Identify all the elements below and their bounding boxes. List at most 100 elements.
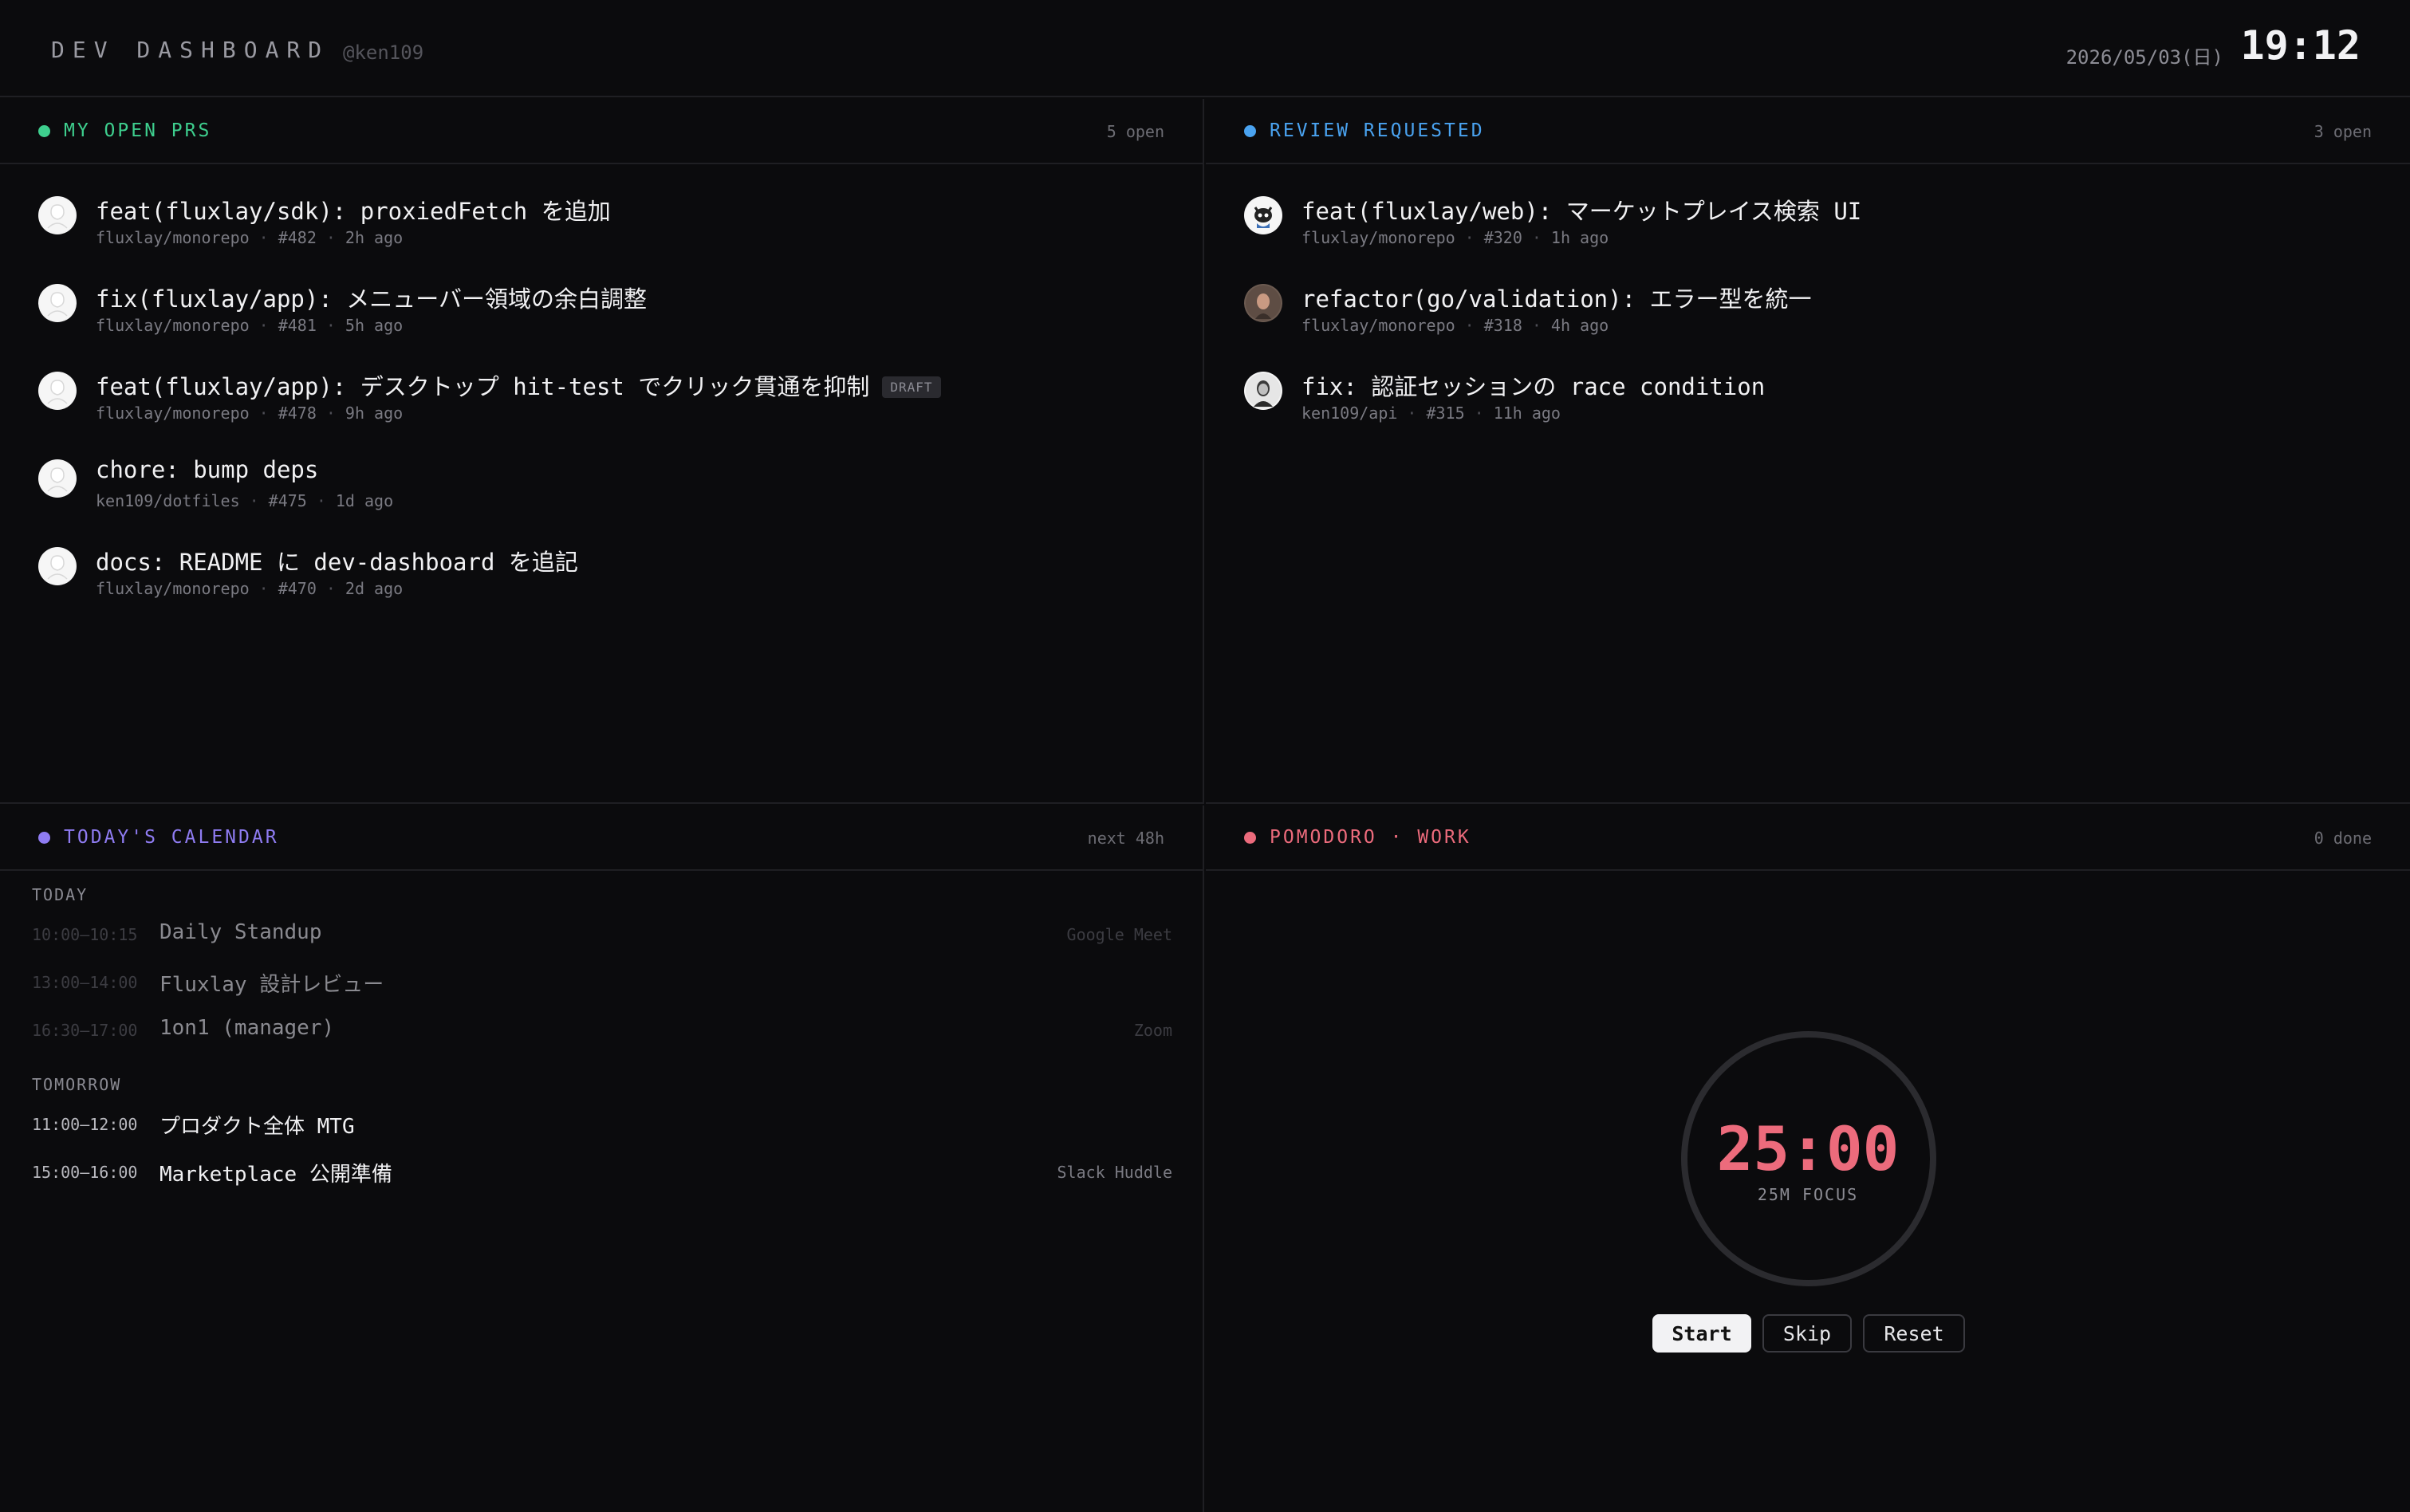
panel-count: next 48h: [1087, 829, 1164, 848]
panel-title: TODAY'S CALENDAR: [64, 827, 279, 848]
skip-button[interactable]: Skip: [1762, 1314, 1852, 1353]
pr-item[interactable]: docs: README に dev-dashboard を追記 fluxlay…: [0, 539, 1203, 627]
pr-age: 2d ago: [345, 579, 404, 598]
event-time: 10:00–10:15: [32, 925, 138, 944]
start-button[interactable]: Start: [1652, 1314, 1751, 1353]
panel-count: 0 done: [2314, 829, 2372, 848]
timer-display: 25:00: [1716, 1113, 1900, 1184]
pr-repo: fluxlay/monorepo: [96, 404, 250, 423]
pr-item[interactable]: feat(fluxlay/app): デスクトップ hit-test でクリック…: [0, 364, 1203, 451]
reset-button[interactable]: Reset: [1863, 1314, 1965, 1353]
calendar-event[interactable]: 16:30–17:00 1on1 (manager) Zoom: [0, 1006, 1203, 1051]
user-photo-avatar-icon: [1244, 372, 1282, 410]
pr-item[interactable]: refactor(go/validation): エラー型を統一 fluxlay…: [1206, 276, 2410, 364]
event-title: Marketplace 公開準備: [159, 1163, 392, 1187]
event-time: 11:00–12:00: [32, 1115, 138, 1134]
pr-age: 11h ago: [1493, 404, 1561, 423]
pr-meta: fluxlay/monorepo · #320 · 1h ago: [1301, 228, 1609, 247]
avatar-icon: [38, 547, 77, 585]
pr-repo: fluxlay/monorepo: [96, 316, 250, 335]
pr-title: fix: 認証セッションの race condition: [1301, 373, 1766, 400]
pr-title: refactor(go/validation): エラー型を統一: [1301, 285, 1812, 313]
pr-repo: ken109/api: [1301, 404, 1398, 423]
pr-repo: fluxlay/monorepo: [1301, 228, 1455, 247]
top-bar: DEV DASHBOARD @ken109 2026/05/03(日) 19:1…: [0, 0, 2410, 97]
panel-header: REVIEW REQUESTED 3 open: [1206, 99, 2410, 164]
pr-item[interactable]: feat(fluxlay/sdk): proxiedFetch を追加 flux…: [0, 188, 1203, 276]
event-location: Google Meet: [1066, 925, 1172, 944]
pr-age: 1d ago: [335, 491, 394, 510]
pr-item[interactable]: fix(fluxlay/app): メニューバー領域の余白調整 fluxlay/…: [0, 276, 1203, 364]
pr-age: 2h ago: [345, 228, 404, 247]
review-requested-panel: REVIEW REQUESTED 3 open feat(fluxlay/web…: [1206, 99, 2410, 804]
pr-title: chore: bump deps: [96, 456, 319, 483]
pr-age: 5h ago: [345, 316, 404, 335]
pr-repo: fluxlay/monorepo: [1301, 316, 1455, 335]
pr-number: #475: [268, 491, 307, 510]
pr-meta: fluxlay/monorepo · #478 · 9h ago: [96, 404, 404, 423]
pr-meta: fluxlay/monorepo · #318 · 4h ago: [1301, 316, 1609, 335]
event-title: Fluxlay 設計レビュー: [159, 973, 384, 997]
pr-number: #478: [278, 404, 317, 423]
pr-number: #482: [278, 228, 317, 247]
draft-badge: DRAFT: [882, 376, 941, 398]
pr-item[interactable]: fix: 認証セッションの race condition ken109/api ·…: [1206, 364, 2410, 451]
panel-count: 5 open: [1106, 122, 1164, 141]
pr-title-text: feat(fluxlay/app): デスクトップ hit-test でクリック…: [96, 373, 870, 400]
pr-age: 9h ago: [345, 404, 404, 423]
pr-number: #318: [1483, 316, 1522, 335]
calendar-day-label: TOMORROW: [32, 1075, 122, 1094]
panel-header: MY OPEN PRS 5 open: [0, 99, 1203, 164]
calendar-event[interactable]: 10:00–10:15 Daily Standup Google Meet: [0, 911, 1203, 955]
event-time: 15:00–16:00: [32, 1163, 138, 1182]
calendar-day-label: TODAY: [32, 885, 89, 904]
panel-header: TODAY'S CALENDAR next 48h: [0, 805, 1203, 871]
pr-meta: fluxlay/monorepo · #481 · 5h ago: [96, 316, 404, 335]
pr-title: feat(fluxlay/web): マーケットプレイス検索 UI: [1301, 198, 1862, 225]
user-handle: @ken109: [343, 41, 424, 64]
calendar-event[interactable]: 13:00–14:00 Fluxlay 設計レビュー: [0, 959, 1203, 1003]
event-title: プロダクト全体 MTG: [159, 1115, 355, 1139]
pr-number: #470: [278, 579, 317, 598]
pomodoro-panel: POMODORO · WORK 0 done 25:00 25M FOCUS S…: [1206, 805, 2410, 1512]
timer-mode-label: 25M FOCUS: [1757, 1185, 1859, 1204]
panel-header: POMODORO · WORK 0 done: [1206, 805, 2410, 871]
current-date: 2026/05/03(日): [2065, 46, 2223, 69]
pr-number: #481: [278, 316, 317, 335]
pr-title: feat(fluxlay/app): デスクトップ hit-test でクリック…: [96, 368, 941, 402]
calendar-event[interactable]: 11:00–12:00 プロダクト全体 MTG: [0, 1101, 1203, 1145]
avatar-icon: [38, 284, 77, 322]
pr-title: fix(fluxlay/app): メニューバー領域の余白調整: [96, 285, 647, 313]
pr-age: 4h ago: [1550, 316, 1609, 335]
pr-number: #320: [1483, 228, 1522, 247]
event-location: Zoom: [1133, 1021, 1172, 1040]
pr-repo: fluxlay/monorepo: [96, 579, 250, 598]
event-time: 16:30–17:00: [32, 1021, 138, 1040]
octocat-avatar-icon: [1244, 196, 1282, 234]
pr-repo: ken109/dotfiles: [96, 491, 240, 510]
panel-title: MY OPEN PRS: [64, 120, 212, 141]
panel-title: REVIEW REQUESTED: [1270, 120, 1485, 141]
status-dot-icon: [38, 125, 50, 137]
status-dot-icon: [38, 832, 50, 844]
status-dot-icon: [1244, 125, 1256, 137]
panel-title: POMODORO · WORK: [1270, 827, 1471, 848]
pr-meta: ken109/api · #315 · 11h ago: [1301, 404, 1561, 423]
pr-meta: fluxlay/monorepo · #470 · 2d ago: [96, 579, 404, 598]
status-dot-icon: [1244, 832, 1256, 844]
my-open-prs-panel: MY OPEN PRS 5 open feat(fluxlay/sdk): pr…: [0, 99, 1204, 804]
calendar-event[interactable]: 15:00–16:00 Marketplace 公開準備 Slack Huddl…: [0, 1148, 1203, 1193]
pr-item[interactable]: chore: bump deps ken109/dotfiles · #475 · 1d…: [0, 451, 1203, 539]
panel-count: 3 open: [2314, 122, 2372, 141]
pr-number: #315: [1426, 404, 1465, 423]
dashboard-title: DEV DASHBOARD: [51, 37, 330, 63]
avatar-icon: [38, 459, 77, 498]
event-location: Slack Huddle: [1057, 1163, 1173, 1182]
event-time: 13:00–14:00: [32, 973, 138, 992]
avatar-icon: [38, 196, 77, 234]
pr-title: feat(fluxlay/sdk): proxiedFetch を追加: [96, 198, 611, 225]
pr-item[interactable]: feat(fluxlay/web): マーケットプレイス検索 UI fluxla…: [1206, 188, 2410, 276]
event-title: 1on1 (manager): [159, 1016, 335, 1040]
pr-age: 1h ago: [1550, 228, 1609, 247]
pr-meta: ken109/dotfiles · #475 · 1d ago: [96, 491, 394, 510]
